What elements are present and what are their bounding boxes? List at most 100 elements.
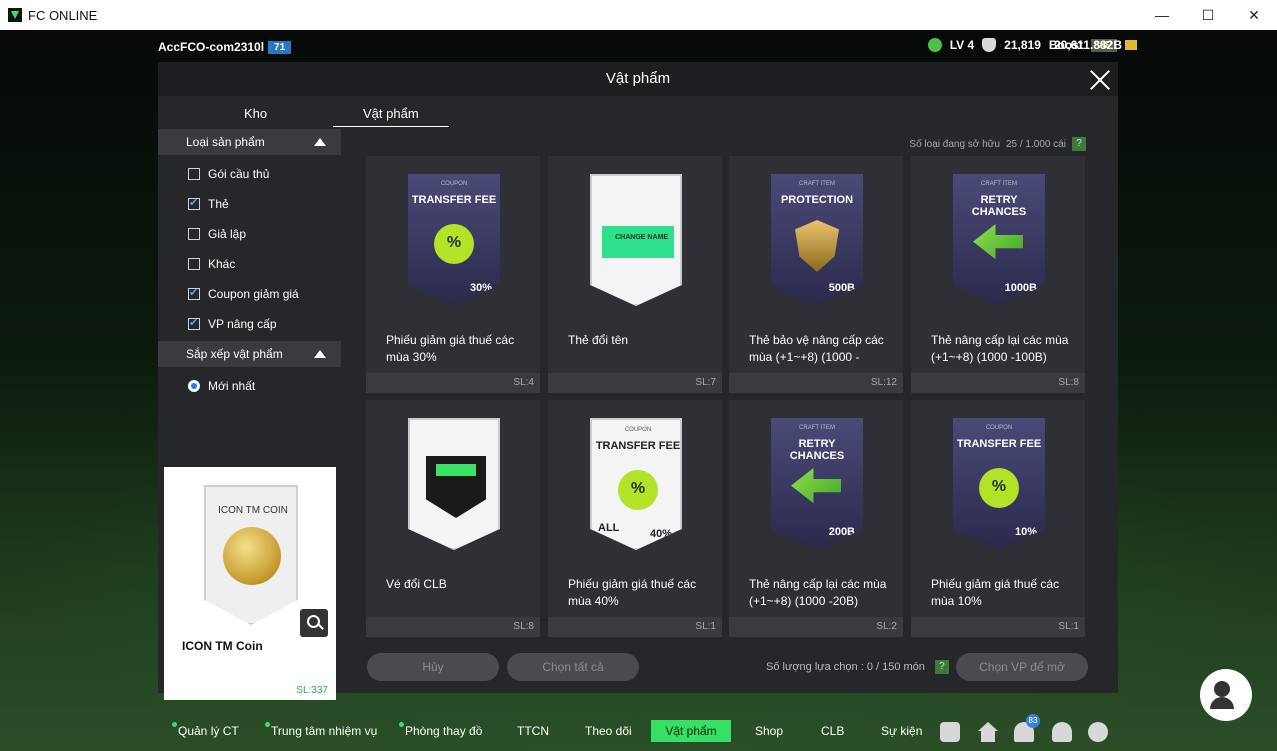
item-title: RETRY CHANCES xyxy=(971,194,1027,218)
nav-shop[interactable]: Shop xyxy=(755,724,783,738)
home-icon[interactable]: 2 xyxy=(978,722,998,742)
help-icon[interactable]: ? xyxy=(1072,137,1086,151)
item-title: TRANSFER FEE xyxy=(956,438,1042,450)
checkbox[interactable] xyxy=(188,228,200,240)
nav-clb[interactable]: CLB xyxy=(821,724,844,738)
item-card[interactable]: COUPON TRANSFER FEE % ALL 40% Phiếu giảm… xyxy=(548,400,722,637)
percent-badge-icon: % xyxy=(434,224,474,264)
owned-label: Số loại đang sở hữu xyxy=(909,138,1000,150)
filter-label: Thẻ xyxy=(208,197,229,211)
item-card[interactable]: Vé đổi CLB SL:8 xyxy=(366,400,540,637)
item-qty: SL:4 xyxy=(513,377,534,388)
item-card[interactable]: CRAFT ITEM PROTECTION 500B Thẻ bảo vệ nâ… xyxy=(729,156,903,393)
checkbox-checked[interactable] xyxy=(188,196,200,210)
minimize-button[interactable]: — xyxy=(1139,0,1185,30)
item-qty: SL:7 xyxy=(695,377,716,388)
nav-trung-tam-nhiem-vu[interactable]: Trung tâm nhiệm vụ xyxy=(265,722,377,738)
item-name: Phiếu giảm giá thuế các mùa 40% xyxy=(568,577,697,608)
support-chat-icon[interactable] xyxy=(1200,669,1252,721)
nav-su-kien[interactable]: Sự kiện xyxy=(881,724,922,738)
select-all-button[interactable]: Chọn tất cả xyxy=(507,653,639,681)
item-qty: SL:1 xyxy=(1058,621,1079,632)
shield-icon xyxy=(982,38,997,52)
window-titlebar: FC ONLINE — ☐ ✕ xyxy=(0,0,1277,30)
item-card[interactable]: COUPON TRANSFER FEE % 30% Phiếu giảm giá… xyxy=(366,156,540,393)
tab-kho[interactable]: Kho xyxy=(244,106,267,121)
filter-gia-lap[interactable]: Giả lập xyxy=(188,227,246,241)
coupon-light-card-image: COUPON TRANSFER FEE % ALL 40% xyxy=(590,418,682,550)
item-card[interactable]: COUPON TRANSFER FEE % 10% Phiếu giảm giá… xyxy=(911,400,1085,637)
filter-khac[interactable]: Khác xyxy=(188,257,235,271)
filter-label: Giả lập xyxy=(208,227,247,241)
item-footer: SL:8 xyxy=(911,373,1085,393)
coin-balance: 20,611.882B xyxy=(1054,38,1137,52)
category-header[interactable]: Loại sản phẩm xyxy=(158,129,341,155)
maximize-button[interactable]: ☐ xyxy=(1185,0,1231,30)
help-icon[interactable]: ? xyxy=(934,660,949,674)
nav-quan-ly-ct[interactable]: Quản lý CT xyxy=(172,722,239,738)
protection-card-image: CRAFT ITEM PROTECTION 500B xyxy=(771,174,863,306)
item-card[interactable]: CRAFT ITEM RETRY CHANCES 1000B Thẻ nâng … xyxy=(911,156,1085,393)
item-percent: 10% xyxy=(1014,526,1037,538)
item-title: TRANSFER FEE xyxy=(595,440,681,452)
top-status-bar: AccFCO-com2310l 71 LV 4 21,819 Boost VIP… xyxy=(0,36,1277,58)
filter-goi-cau-thu[interactable]: Gói cầu thủ xyxy=(188,167,269,181)
item-top-label: COUPON xyxy=(624,427,652,433)
filter-vp-nang-cap[interactable]: VP nâng cấp xyxy=(188,316,277,331)
retry-arrows-icon xyxy=(973,224,1023,260)
zoom-search-icon[interactable] xyxy=(300,609,328,637)
checkbox[interactable] xyxy=(188,258,200,270)
smile-icon xyxy=(927,38,942,52)
percent-badge-icon: % xyxy=(618,470,658,510)
item-footer: SL:1 xyxy=(911,617,1085,637)
open-item-button[interactable]: Chọn VP để mở xyxy=(956,653,1088,681)
checkbox-checked[interactable] xyxy=(188,316,200,330)
item-card[interactable]: CRAFT ITEM RETRY CHANCES 200B Thẻ nâng c… xyxy=(729,400,903,637)
item-grid: COUPON TRANSFER FEE % 30% Phiếu giảm giá… xyxy=(366,156,1086,640)
item-top-label: COUPON xyxy=(440,181,468,187)
item-card[interactable]: CHANGE NAME Thẻ đổi tên SL:7 xyxy=(548,156,722,393)
close-window-button[interactable]: ✕ xyxy=(1231,0,1277,30)
item-qty: SL:1 xyxy=(695,621,716,632)
nav-phong-thay-do[interactable]: Phòng thay đồ xyxy=(399,722,483,738)
chat-icon[interactable] xyxy=(940,722,960,742)
profile-icon[interactable] xyxy=(1052,722,1072,742)
filter-the[interactable]: Thẻ xyxy=(188,196,229,211)
bell-icon[interactable]: 83 xyxy=(1014,714,1040,742)
bell-badge: 83 xyxy=(1026,714,1040,728)
radio-selected[interactable] xyxy=(188,380,200,392)
nav-vat-pham[interactable]: Vật phẩm xyxy=(651,720,731,742)
item-name: Thẻ bảo vệ nâng cấp các mùa (+1~+8) (100… xyxy=(749,333,884,364)
checkbox-checked[interactable] xyxy=(188,286,200,300)
window-title: FC ONLINE xyxy=(28,7,98,23)
sort-newest[interactable]: Mới nhất xyxy=(188,379,255,393)
filter-label: Khác xyxy=(208,257,236,271)
item-name: Vé đổi CLB xyxy=(386,577,447,591)
checkbox[interactable] xyxy=(188,168,200,180)
notification-dot xyxy=(399,722,404,727)
filter-coupon[interactable]: Coupon giảm giá xyxy=(188,286,299,301)
nav-label: Phòng thay đồ xyxy=(405,724,483,738)
points-text: 21,819 xyxy=(1004,38,1041,52)
clb-card-image xyxy=(408,418,500,550)
nav-label: Quản lý CT xyxy=(178,724,239,738)
cancel-button[interactable]: Hủy xyxy=(367,653,499,681)
gear-icon[interactable] xyxy=(1088,722,1108,742)
nav-ttcn[interactable]: TTCN xyxy=(517,724,549,738)
nav-theo-doi[interactable]: Theo dõi xyxy=(585,724,632,738)
rename-card-image: CHANGE NAME xyxy=(590,174,682,306)
item-footer: SL:12 xyxy=(729,373,903,393)
ticket-label: CHANGE NAME xyxy=(615,234,668,241)
filter-label: Gói cầu thủ xyxy=(208,167,270,181)
close-icon[interactable] xyxy=(1088,68,1112,92)
item-footer: SL:2 xyxy=(729,617,903,637)
coupon-card-image: COUPON TRANSFER FEE % 30% xyxy=(408,174,500,306)
retry-arrows-icon xyxy=(791,468,841,504)
owned-value: 25 / 1.000 cái xyxy=(1005,138,1066,150)
retry-card-image: CRAFT ITEM RETRY CHANCES 1000B xyxy=(953,174,1045,306)
protection-shield-icon xyxy=(795,220,839,272)
sort-header[interactable]: Sắp xếp vật phẩm xyxy=(158,341,341,367)
account-level-badge: 71 xyxy=(268,40,292,54)
item-top-label: COUPON xyxy=(985,425,1013,431)
tab-vat-pham[interactable]: Vật phẩm xyxy=(333,106,449,127)
